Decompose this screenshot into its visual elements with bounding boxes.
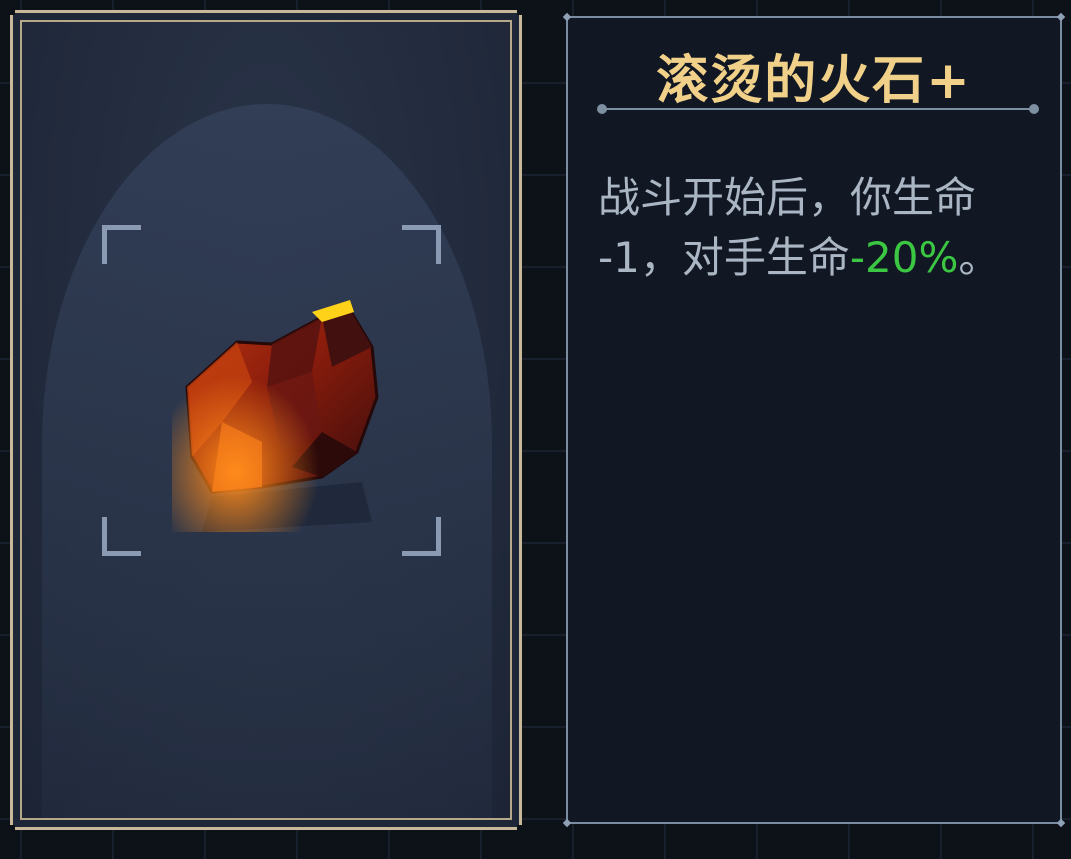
- card-corner: [7, 825, 15, 833]
- item-title: 滚烫的火石+: [656, 51, 972, 111]
- item-description: 战斗开始后，你生命 -1，对手生命-20%。: [598, 168, 1038, 288]
- opponent-health-reduction-value: -20%: [849, 233, 959, 282]
- card-corner: [517, 7, 525, 15]
- item-card-inner: [20, 20, 512, 820]
- description-line-2-prefix: -1，对手生命: [598, 233, 850, 282]
- card-corner: [7, 7, 15, 15]
- description-line-2: -1，对手生命-20%。: [598, 228, 1038, 288]
- card-corner: [517, 825, 525, 833]
- item-card: [7, 7, 525, 833]
- frame-corner-top-right: [402, 225, 441, 264]
- frame-corner-bottom-right: [402, 517, 441, 556]
- frame-corner-bottom-left: [102, 517, 141, 556]
- flint-stone-icon[interactable]: [172, 292, 382, 532]
- description-line-2-suffix: 。: [958, 233, 1001, 282]
- description-line-1: 战斗开始后，你生命: [598, 173, 977, 222]
- frame-corner-top-left: [102, 225, 141, 264]
- item-info-panel: 滚烫的火石+ 战斗开始后，你生命 -1，对手生命-20%。: [562, 12, 1066, 828]
- title-divider: [597, 104, 1039, 114]
